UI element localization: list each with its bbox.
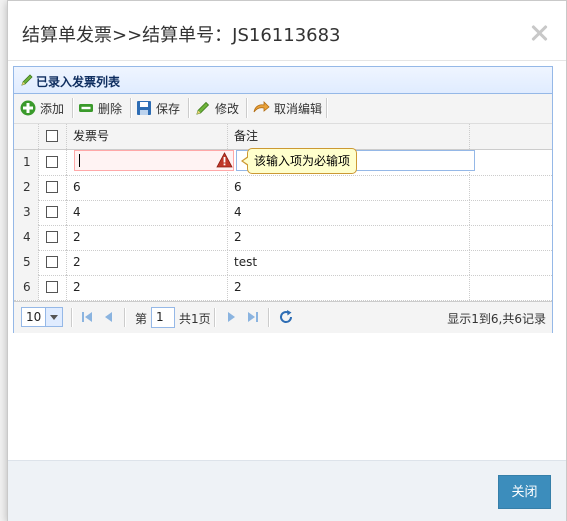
add-label: 添加 — [40, 101, 65, 116]
table-row[interactable]: 2 6 6 — [14, 175, 552, 201]
add-button[interactable]: 添加 — [20, 97, 64, 119]
page-size-value: 10 — [26, 310, 42, 324]
note-cell: 6 — [228, 175, 470, 200]
row-checkbox[interactable] — [46, 281, 58, 293]
toolbar-divider — [246, 98, 248, 118]
toolbar-divider — [130, 98, 132, 118]
toolbar-divider — [72, 98, 74, 118]
save-icon — [137, 101, 151, 115]
row-checkbox[interactable] — [46, 231, 58, 243]
delete-button[interactable]: 删除 — [78, 97, 122, 119]
close-icon[interactable] — [528, 22, 550, 44]
column-header-invoice-no[interactable]: 发票号 — [67, 124, 228, 149]
row-number: 3 — [14, 200, 39, 225]
invoice-list-panel: 已录入发票列表 添加 删除 保存 修改 取消编辑 发票号 备注 1 该输入项为必… — [13, 66, 553, 333]
refresh-icon[interactable] — [278, 309, 294, 325]
warning-icon — [216, 152, 233, 168]
column-header-note[interactable]: 备注 — [228, 124, 470, 149]
row-number: 6 — [14, 275, 39, 300]
dialog-header: 结算单发票>>结算单号：JS16113683 — [8, 1, 566, 61]
row-number: 1 — [14, 150, 39, 175]
invoice-no-input[interactable] — [74, 150, 234, 171]
pencil-icon — [21, 74, 33, 86]
row-checkbox-cell[interactable] — [39, 175, 67, 200]
row-checkbox-cell[interactable] — [39, 275, 67, 300]
row-number-header — [14, 124, 39, 149]
undo-icon — [253, 101, 270, 113]
row-number: 2 — [14, 175, 39, 200]
cancel-edit-button[interactable]: 取消编辑 — [252, 97, 322, 119]
delete-label: 删除 — [98, 101, 123, 116]
row-checkbox[interactable] — [46, 206, 58, 218]
invoice-no-cell: 6 — [67, 175, 228, 200]
pencil-icon — [196, 101, 210, 115]
toolbar-divider — [326, 98, 328, 118]
cancel-edit-label: 取消编辑 — [274, 101, 323, 116]
row-checkbox-cell[interactable] — [39, 150, 67, 175]
edit-label: 修改 — [215, 101, 240, 116]
table-row[interactable]: 6 2 2 — [14, 275, 552, 301]
pager-divider — [71, 308, 73, 327]
remove-icon — [79, 104, 93, 112]
grid-header: 发票号 备注 — [14, 124, 552, 150]
add-icon — [20, 100, 36, 116]
last-page-icon[interactable] — [246, 309, 260, 325]
invoice-no-cell: 2 — [67, 225, 228, 250]
edit-button[interactable]: 修改 — [195, 97, 239, 119]
row-checkbox-cell[interactable] — [39, 250, 67, 275]
invoice-no-cell: 2 — [67, 275, 228, 300]
chevron-down-icon[interactable] — [45, 308, 62, 326]
panel-title: 已录入发票列表 — [36, 75, 121, 89]
page-prefix: 第 — [135, 312, 148, 326]
pagination-bar: 10 第 1 共1页 显示1到6,共6记录 — [14, 301, 552, 333]
select-all-checkbox[interactable] — [46, 130, 58, 142]
text-caret — [79, 154, 80, 167]
save-label: 保存 — [156, 101, 181, 116]
page-size-select[interactable]: 10 — [21, 307, 63, 327]
toolbar-divider — [188, 98, 190, 118]
row-checkbox[interactable] — [46, 181, 58, 193]
invoice-no-cell: 2 — [67, 250, 228, 275]
note-cell: 2 — [228, 225, 470, 250]
pager-divider — [214, 308, 216, 327]
row-checkbox[interactable] — [46, 256, 58, 268]
pager-divider — [268, 308, 270, 327]
pager-divider — [124, 308, 126, 327]
note-cell: 4 — [228, 200, 470, 225]
select-all-checkbox-cell[interactable] — [39, 124, 67, 149]
next-page-icon[interactable] — [224, 309, 238, 325]
total-pages: 共1页 — [179, 312, 211, 326]
table-row[interactable]: 5 2 test — [14, 250, 552, 276]
validation-tooltip: 该输入项为必输项 — [240, 148, 358, 174]
table-row[interactable]: 4 2 2 — [14, 225, 552, 251]
invoice-dialog: 结算单发票>>结算单号：JS16113683 已录入发票列表 添加 删除 保存 … — [7, 0, 567, 521]
pager-info: 显示1到6,共6记录 — [447, 312, 546, 326]
table-row[interactable]: 3 4 4 — [14, 200, 552, 226]
row-number: 5 — [14, 250, 39, 275]
row-number: 4 — [14, 225, 39, 250]
dialog-footer: 关闭 — [8, 460, 566, 521]
grid-toolbar: 添加 删除 保存 修改 取消编辑 — [14, 94, 552, 124]
dialog-title: 结算单发票>>结算单号：JS16113683 — [22, 25, 341, 46]
note-cell: 2 — [228, 275, 470, 300]
row-checkbox-cell[interactable] — [39, 225, 67, 250]
current-page-input[interactable]: 1 — [151, 307, 175, 328]
invoice-no-cell: 4 — [67, 200, 228, 225]
row-checkbox[interactable] — [46, 156, 58, 168]
close-button[interactable]: 关闭 — [498, 475, 551, 509]
row-checkbox-cell[interactable] — [39, 200, 67, 225]
save-button[interactable]: 保存 — [136, 97, 180, 119]
previous-page-icon[interactable] — [102, 309, 116, 325]
note-cell: test — [228, 250, 470, 275]
first-page-icon[interactable] — [80, 309, 94, 325]
panel-header: 已录入发票列表 — [14, 67, 552, 94]
